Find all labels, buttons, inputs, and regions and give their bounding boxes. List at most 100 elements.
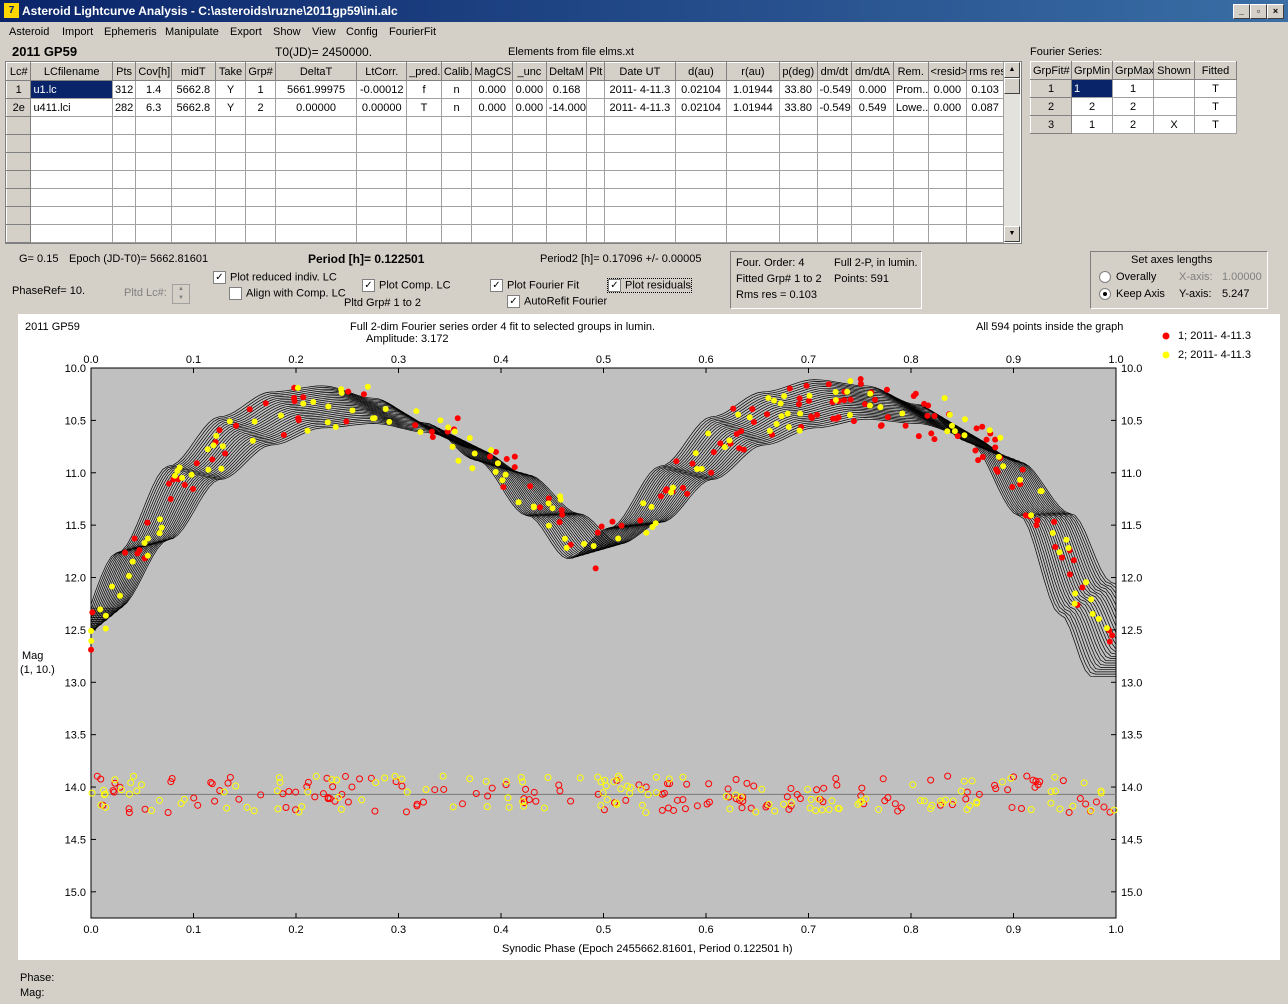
table-cell[interactable] bbox=[135, 134, 172, 153]
table-row[interactable]: 2e u411.lci 282 6.3 5662.8 Y 2 0.00000 0.00000 Tn… bbox=[6, 98, 1004, 117]
table-cell[interactable]: X bbox=[1153, 115, 1195, 134]
table-cell[interactable] bbox=[1153, 97, 1195, 116]
table-cell[interactable] bbox=[170, 206, 216, 225]
lc-col-header[interactable]: MagCS bbox=[471, 62, 514, 81]
table-cell[interactable]: 1 bbox=[245, 80, 276, 99]
table-cell[interactable]: 33.80 bbox=[778, 98, 818, 117]
table-cell[interactable]: 1.4 bbox=[135, 80, 172, 99]
table-cell[interactable] bbox=[111, 206, 137, 225]
lc-col-header[interactable]: midT bbox=[170, 62, 216, 81]
table-cell[interactable] bbox=[586, 98, 605, 117]
table-cell[interactable] bbox=[356, 206, 408, 225]
table-row[interactable]: 312XT bbox=[1030, 115, 1237, 134]
table-cell[interactable]: Y bbox=[214, 80, 247, 99]
table-cell[interactable] bbox=[440, 152, 473, 171]
table-cell[interactable]: n bbox=[440, 98, 473, 117]
table-cell[interactable] bbox=[966, 188, 1004, 207]
table-cell[interactable] bbox=[512, 170, 547, 189]
table-cell[interactable] bbox=[927, 116, 968, 135]
table-cell[interactable] bbox=[440, 116, 473, 135]
table-row[interactable]: 222T bbox=[1030, 97, 1237, 116]
table-cell[interactable] bbox=[816, 134, 853, 153]
scroll-thumb[interactable] bbox=[1004, 78, 1020, 94]
menu-import[interactable]: Import bbox=[62, 26, 93, 38]
row-header[interactable] bbox=[6, 224, 32, 243]
table-cell[interactable]: 0.000 bbox=[851, 80, 894, 99]
menu-config[interactable]: Config bbox=[346, 26, 378, 38]
table-cell[interactable] bbox=[851, 134, 894, 153]
table-row[interactable] bbox=[6, 224, 1004, 243]
lc-col-header[interactable]: r(au) bbox=[725, 62, 780, 81]
table-cell[interactable] bbox=[725, 170, 780, 189]
lc-col-header[interactable]: DeltaT bbox=[274, 62, 358, 81]
table-cell[interactable] bbox=[471, 152, 514, 171]
table-cell[interactable] bbox=[725, 134, 780, 153]
table-cell[interactable] bbox=[927, 206, 968, 225]
table-cell[interactable] bbox=[603, 206, 677, 225]
table-cell[interactable] bbox=[778, 134, 818, 153]
table-cell[interactable] bbox=[471, 224, 514, 243]
lc-col-header[interactable]: dm/dt bbox=[816, 62, 853, 81]
lc-col-header[interactable]: dm/dtA bbox=[851, 62, 894, 81]
table-cell[interactable]: 282 bbox=[111, 98, 137, 117]
table-cell[interactable] bbox=[545, 188, 588, 207]
scroll-down-icon[interactable]: ▼ bbox=[1004, 226, 1020, 242]
table-cell[interactable] bbox=[603, 170, 677, 189]
lightcurve-plot[interactable]: 0.0 0.0 0.1 0.1 0.2 0.2 0.3 0.3 0.4 0.4 0.5 0.5 0.6 0… bbox=[18, 314, 1280, 960]
table-cell[interactable]: n bbox=[440, 80, 473, 99]
table-row[interactable] bbox=[6, 152, 1004, 171]
lc-col-header[interactable]: _pred. bbox=[406, 62, 442, 81]
table-cell[interactable] bbox=[851, 188, 894, 207]
table-cell[interactable]: 6.3 bbox=[135, 98, 172, 117]
table-cell[interactable] bbox=[545, 152, 588, 171]
table-cell[interactable] bbox=[471, 206, 514, 225]
table-cell[interactable] bbox=[406, 152, 442, 171]
table-cell[interactable] bbox=[816, 188, 853, 207]
table-cell[interactable] bbox=[111, 134, 137, 153]
fourier-col-header[interactable]: Shown bbox=[1153, 61, 1195, 80]
table-cell[interactable] bbox=[135, 116, 172, 135]
table-cell[interactable] bbox=[30, 170, 113, 189]
plot-fourier-checkbox[interactable]: ✓ Plot Fourier Fit bbox=[490, 279, 579, 292]
table-cell[interactable] bbox=[851, 206, 894, 225]
table-cell[interactable] bbox=[135, 170, 172, 189]
lc-col-header[interactable]: Pts bbox=[111, 62, 137, 81]
table-cell[interactable] bbox=[927, 224, 968, 243]
row-header[interactable]: 2 bbox=[1030, 97, 1072, 116]
table-cell[interactable] bbox=[30, 188, 113, 207]
table-cell[interactable] bbox=[586, 170, 605, 189]
table-cell[interactable] bbox=[586, 206, 605, 225]
table-cell[interactable] bbox=[170, 170, 216, 189]
lc-col-header[interactable]: Grp# bbox=[245, 62, 276, 81]
lc-col-header[interactable]: LtCorr. bbox=[356, 62, 408, 81]
table-cell[interactable] bbox=[675, 170, 727, 189]
table-cell[interactable] bbox=[725, 224, 780, 243]
table-cell[interactable] bbox=[586, 188, 605, 207]
table-cell[interactable] bbox=[778, 188, 818, 207]
table-cell[interactable] bbox=[170, 116, 216, 135]
table-cell[interactable] bbox=[245, 206, 276, 225]
table-cell[interactable] bbox=[170, 134, 216, 153]
table-cell[interactable] bbox=[586, 134, 605, 153]
table-cell[interactable] bbox=[851, 170, 894, 189]
table-cell[interactable] bbox=[214, 170, 247, 189]
lc-col-header[interactable]: rms res bbox=[966, 62, 1004, 81]
table-cell[interactable] bbox=[245, 170, 276, 189]
table-cell[interactable] bbox=[851, 224, 894, 243]
table-cell[interactable] bbox=[245, 116, 276, 135]
table-cell[interactable] bbox=[892, 170, 929, 189]
table-cell[interactable]: 5661.99975 bbox=[274, 80, 358, 99]
table-cell[interactable] bbox=[440, 206, 473, 225]
table-cell[interactable] bbox=[927, 152, 968, 171]
table-row[interactable] bbox=[6, 116, 1004, 135]
table-cell[interactable] bbox=[892, 116, 929, 135]
table-cell[interactable] bbox=[816, 170, 853, 189]
table-cell[interactable] bbox=[1153, 79, 1195, 98]
table-cell[interactable] bbox=[406, 116, 442, 135]
table-cell[interactable] bbox=[816, 206, 853, 225]
row-header[interactable] bbox=[6, 116, 32, 135]
row-header[interactable]: 2e bbox=[6, 98, 32, 117]
table-cell[interactable]: 1 bbox=[1071, 115, 1113, 134]
table-scrollbar[interactable]: ▲ ▼ bbox=[1003, 62, 1020, 242]
table-cell[interactable] bbox=[892, 206, 929, 225]
